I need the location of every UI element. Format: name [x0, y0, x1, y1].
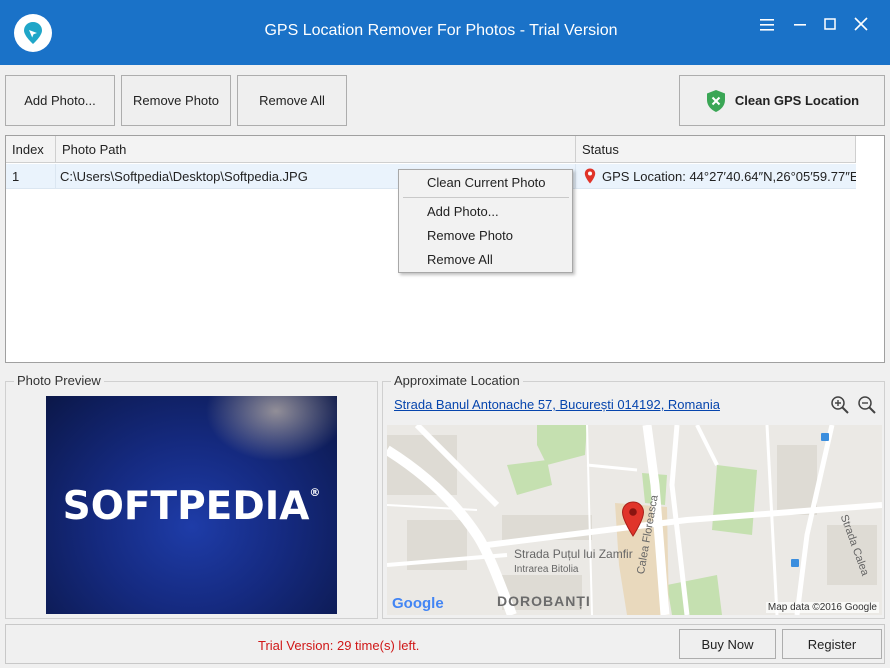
location-pin-icon: [584, 167, 596, 184]
register-button[interactable]: Register: [782, 629, 882, 659]
map-street-label: Strada Puțul lui Zamfir: [514, 547, 633, 561]
menu-separator: [403, 197, 569, 198]
menu-item-add-photo[interactable]: Add Photo...: [399, 201, 572, 223]
menu-item-remove-photo[interactable]: Remove Photo: [399, 225, 572, 247]
menu-icon[interactable]: [756, 14, 778, 36]
photo-preview-image: SOFTPEDIA®: [46, 396, 337, 614]
table-header: Index Photo Path Status: [6, 136, 856, 163]
preview-image-text: SOFTPEDIA®: [62, 484, 321, 529]
title-bar: GPS Location Remover For Photos - Trial …: [0, 0, 890, 65]
address-link[interactable]: Strada Banul Antonache 57, București 014…: [394, 397, 720, 412]
zoom-in-icon[interactable]: [830, 395, 850, 415]
row-status: GPS Location: 44°27′40.64″N,26°05′59.77″…: [576, 164, 856, 189]
clean-gps-location-label: Clean GPS Location: [734, 93, 860, 108]
map-street-label: Intrarea Bitolia: [514, 564, 579, 575]
photo-preview-label: Photo Preview: [14, 373, 104, 388]
shield-check-icon: [705, 89, 727, 113]
column-header-index[interactable]: Index: [6, 136, 56, 163]
google-logo: Google: [392, 595, 444, 612]
zoom-out-icon[interactable]: [857, 395, 877, 415]
clean-gps-location-button[interactable]: Clean GPS Location: [679, 75, 885, 126]
minimize-icon[interactable]: [789, 14, 811, 36]
context-menu: Clean Current Photo Add Photo... Remove …: [398, 169, 573, 273]
add-photo-button[interactable]: Add Photo...: [5, 75, 115, 126]
row-status-text: GPS Location: 44°27′40.64″N,26°05′59.77″…: [602, 169, 856, 184]
map-credit: Map data ©2016 Google: [765, 602, 879, 613]
close-icon[interactable]: [850, 14, 872, 36]
column-header-status[interactable]: Status: [576, 136, 856, 163]
approximate-location-label: Approximate Location: [391, 373, 523, 388]
map-district-label: DOROBANȚI: [497, 593, 591, 609]
menu-item-remove-all[interactable]: Remove All: [399, 249, 572, 271]
column-header-photo-path[interactable]: Photo Path: [56, 136, 576, 163]
trial-status-text: Trial Version: 29 time(s) left.: [258, 638, 420, 653]
buy-now-button[interactable]: Buy Now: [679, 629, 776, 659]
remove-photo-button[interactable]: Remove Photo: [121, 75, 231, 126]
location-map[interactable]: Strada Puțul lui Zamfir Intrarea Bitolia…: [387, 425, 882, 615]
menu-item-clean-current-photo[interactable]: Clean Current Photo: [399, 172, 572, 194]
maximize-icon[interactable]: [819, 14, 841, 36]
row-index: 1: [6, 164, 56, 189]
remove-all-button[interactable]: Remove All: [237, 75, 347, 126]
